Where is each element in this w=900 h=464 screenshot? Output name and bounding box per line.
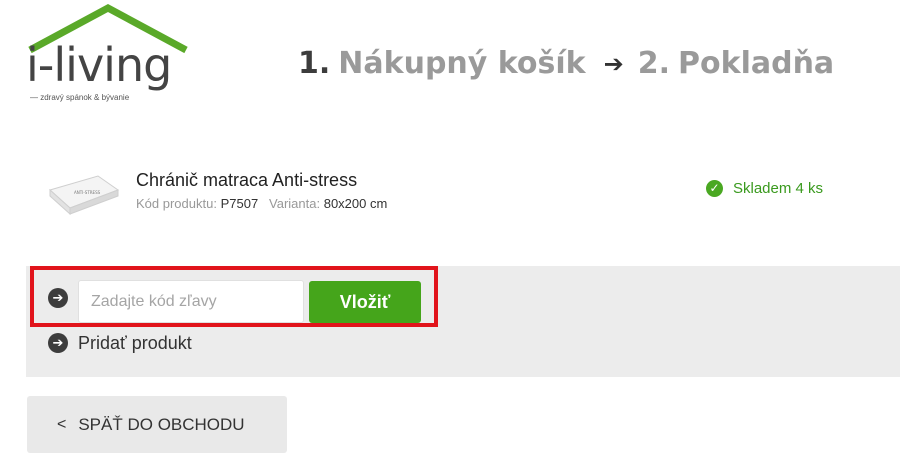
checkout-steps: 1. Nákupný košík ➔ 2. Pokladňa: [298, 46, 834, 81]
step-1-label: Nákupný košík: [338, 46, 586, 81]
logo-tagline: — zdravý spánok & bývanie: [30, 93, 130, 102]
back-to-shop-button[interactable]: < SPÄŤ DO OBCHODU: [27, 396, 287, 453]
step-2-label: Pokladňa: [678, 46, 835, 81]
arrow-circle-right-icon: ➔: [48, 288, 68, 308]
product-variant: 80x200 cm: [323, 196, 388, 211]
stock-status: ✓ Skladem 4 ks: [706, 180, 823, 197]
arrow-circle-right-icon[interactable]: ➔: [48, 333, 68, 353]
step-2-number: 2.: [637, 46, 671, 81]
site-logo[interactable]: i-living — zdravý spánok & bývanie: [26, 4, 196, 104]
product-image-label: ANTI-STRESS: [74, 190, 101, 195]
product-image[interactable]: ANTI-STRESS: [48, 168, 120, 218]
coupon-code-input[interactable]: [78, 280, 304, 323]
stock-text: Skladem 4 ks: [733, 180, 824, 197]
product-meta: Kód produktu: P7507 Varianta: 80x200 cm: [136, 196, 387, 211]
back-to-shop-label: SPÄŤ DO OBCHODU: [78, 414, 245, 434]
step-1-number: 1.: [298, 46, 331, 81]
arrow-right-icon: ➔: [603, 49, 624, 78]
product-name[interactable]: Chránič matraca Anti-stress: [136, 170, 357, 191]
logo-text: i-living: [26, 38, 172, 92]
chevron-left-icon: <: [57, 415, 67, 433]
add-product-link[interactable]: Pridať produkt: [78, 333, 192, 354]
check-circle-icon: ✓: [706, 180, 723, 197]
product-code: P7507: [220, 196, 259, 211]
product-variant-label: Varianta:: [269, 196, 321, 211]
apply-coupon-button[interactable]: Vložiť: [309, 281, 421, 323]
product-code-label: Kód produktu:: [136, 196, 217, 211]
cart-item: ANTI-STRESS Chránič matraca Anti-stress …: [48, 168, 848, 218]
